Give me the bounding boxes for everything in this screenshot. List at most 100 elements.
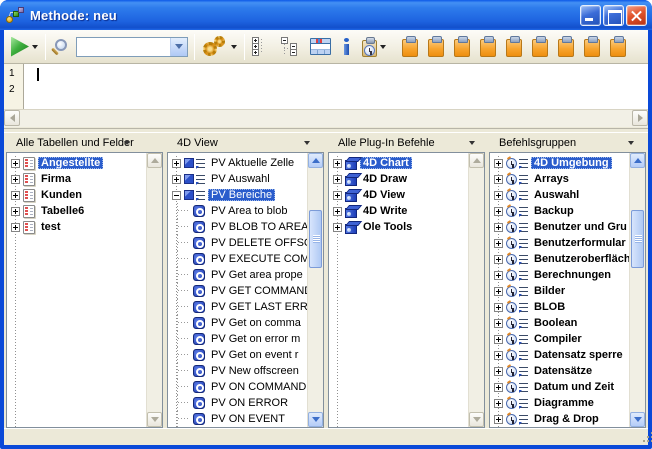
tree-item[interactable]: PV DELETE OFFSC <box>168 235 307 251</box>
tree-item[interactable]: Benutzeroberfläch <box>490 251 629 267</box>
clipboard-slot-button[interactable] <box>579 32 605 62</box>
expand-box-icon[interactable] <box>494 223 503 232</box>
expand-box-icon[interactable] <box>494 335 503 344</box>
expand-box-icon[interactable] <box>172 159 181 168</box>
tree-item[interactable]: PV GET LAST ERR <box>168 299 307 315</box>
clipboard-slot-button[interactable] <box>475 32 501 62</box>
scrollbar-thumb[interactable] <box>631 210 644 268</box>
scroll-right-button[interactable] <box>632 110 648 126</box>
expand-box-icon[interactable] <box>494 351 503 360</box>
tree-item[interactable]: PV New offscreen <box>168 363 307 379</box>
expand-box-icon[interactable] <box>494 367 503 376</box>
expand-box-icon[interactable] <box>494 271 503 280</box>
expand-box-icon[interactable] <box>333 223 342 232</box>
maximize-button[interactable] <box>603 5 624 26</box>
scroll-up-button[interactable] <box>469 153 484 168</box>
expand-box-icon[interactable] <box>494 239 503 248</box>
scroll-up-button[interactable] <box>147 153 162 168</box>
expand-box-icon[interactable] <box>494 175 503 184</box>
expand-box-icon[interactable] <box>494 207 503 216</box>
editor-horizontal-scrollbar[interactable] <box>4 110 648 127</box>
tables-fields-button[interactable] <box>307 32 334 62</box>
tree-item[interactable]: PV Auswahl <box>168 171 307 187</box>
tree-item[interactable]: PV ON COMMAND <box>168 379 307 395</box>
vertical-scrollbar[interactable] <box>146 153 162 427</box>
tree-item[interactable]: PV Get on event r <box>168 347 307 363</box>
scrollbar-thumb[interactable] <box>309 210 322 268</box>
search-combobox[interactable] <box>76 37 188 57</box>
tree-item[interactable]: Diagramme <box>490 395 629 411</box>
tree-item[interactable]: Berechnungen <box>490 267 629 283</box>
expand-box-icon[interactable] <box>172 175 181 184</box>
expand-box-icon[interactable] <box>333 159 342 168</box>
expand-box-icon[interactable] <box>494 191 503 200</box>
expand-box-icon[interactable] <box>494 303 503 312</box>
tree-item[interactable]: Compiler <box>490 331 629 347</box>
expand-box-icon[interactable] <box>11 207 20 216</box>
clipboard-slot-button[interactable] <box>397 32 423 62</box>
run-method-button[interactable] <box>8 32 41 62</box>
scrollbar-track[interactable] <box>630 168 645 412</box>
panel-header-dropdown-icon[interactable] <box>469 141 475 145</box>
panel-header-dropdown-icon[interactable] <box>304 141 310 145</box>
expand-all-button[interactable] <box>249 32 272 62</box>
expand-box-icon[interactable] <box>333 175 342 184</box>
vertical-scrollbar[interactable] <box>307 153 323 427</box>
tree-item[interactable]: Bilder <box>490 283 629 299</box>
tree-item[interactable]: Arrays <box>490 171 629 187</box>
expand-box-icon[interactable] <box>11 175 20 184</box>
tree-item[interactable]: PV ON EVENT <box>168 411 307 427</box>
clipboard-slot-button[interactable] <box>423 32 449 62</box>
expand-box-icon[interactable] <box>333 191 342 200</box>
tree-item[interactable]: PV Aktuelle Zelle <box>168 155 307 171</box>
macros-button[interactable] <box>359 32 389 62</box>
tree-item[interactable]: Benutzerformular <box>490 235 629 251</box>
combobox-dropdown-button[interactable] <box>170 38 187 56</box>
scroll-up-button[interactable] <box>630 153 645 168</box>
tree-item[interactable]: Auswahl <box>490 187 629 203</box>
clipboard-slot-button[interactable] <box>553 32 579 62</box>
collapse-all-button[interactable] <box>278 32 301 62</box>
settings-button[interactable] <box>199 32 240 62</box>
tree-item[interactable]: test <box>7 219 146 235</box>
tree-item[interactable]: 4D Umgebung <box>490 155 629 171</box>
scroll-down-button[interactable] <box>308 412 323 427</box>
tree-item[interactable]: Datum und Zeit <box>490 379 629 395</box>
expand-box-icon[interactable] <box>494 415 503 424</box>
collapse-box-icon[interactable] <box>172 191 181 200</box>
tree-item[interactable]: BLOB <box>490 299 629 315</box>
vertical-scrollbar[interactable] <box>629 153 645 427</box>
scroll-up-button[interactable] <box>308 153 323 168</box>
expand-box-icon[interactable] <box>494 287 503 296</box>
info-button[interactable] <box>338 32 355 62</box>
expand-box-icon[interactable] <box>11 159 20 168</box>
scrollbar-track[interactable] <box>20 110 632 127</box>
tree-item[interactable]: PV BLOB TO AREA <box>168 219 307 235</box>
expand-box-icon[interactable] <box>494 383 503 392</box>
close-button[interactable] <box>626 5 647 26</box>
tree-item[interactable]: 4D View <box>329 187 468 203</box>
tree-item[interactable]: Tabelle6 <box>7 203 146 219</box>
tree-item[interactable]: Datensätze <box>490 363 629 379</box>
tree-item[interactable]: 4D Write <box>329 203 468 219</box>
clipboard-slot-button[interactable] <box>449 32 475 62</box>
panel-header-dropdown-icon[interactable] <box>628 141 634 145</box>
clipboard-slot-button[interactable] <box>605 32 631 62</box>
code-area[interactable] <box>24 64 648 109</box>
tree-item[interactable]: PV ON ERROR <box>168 395 307 411</box>
scroll-down-button[interactable] <box>147 412 162 427</box>
expand-box-icon[interactable] <box>494 255 503 264</box>
tree-item[interactable]: Firma <box>7 171 146 187</box>
titlebar[interactable]: Methode: neu <box>0 0 652 30</box>
tree-item[interactable]: Kunden <box>7 187 146 203</box>
tree-item[interactable]: PV GET COMMAND <box>168 283 307 299</box>
tree-item[interactable]: Backup <box>490 203 629 219</box>
scrollbar-track[interactable] <box>308 168 323 412</box>
clipboard-slot-button[interactable] <box>501 32 527 62</box>
expand-box-icon[interactable] <box>11 191 20 200</box>
expand-box-icon[interactable] <box>494 319 503 328</box>
minimize-button[interactable] <box>580 5 601 26</box>
scrollbar-track[interactable] <box>469 168 484 412</box>
tree-item[interactable]: PV Get on error m <box>168 331 307 347</box>
tree-item[interactable]: PV Get area prope <box>168 267 307 283</box>
